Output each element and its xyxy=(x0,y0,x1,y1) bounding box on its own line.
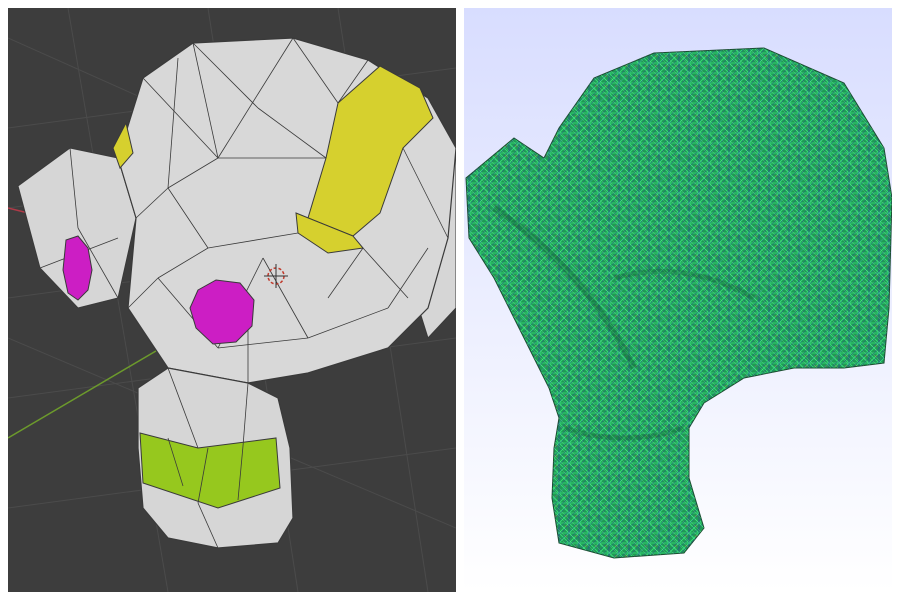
left-viewport-canvas[interactable] xyxy=(8,8,456,592)
right-wireframe-viewport[interactable] xyxy=(464,8,892,592)
comparison-frame xyxy=(0,0,900,600)
right-viewport-canvas[interactable] xyxy=(464,8,892,592)
left-3d-viewport[interactable] xyxy=(8,8,456,592)
